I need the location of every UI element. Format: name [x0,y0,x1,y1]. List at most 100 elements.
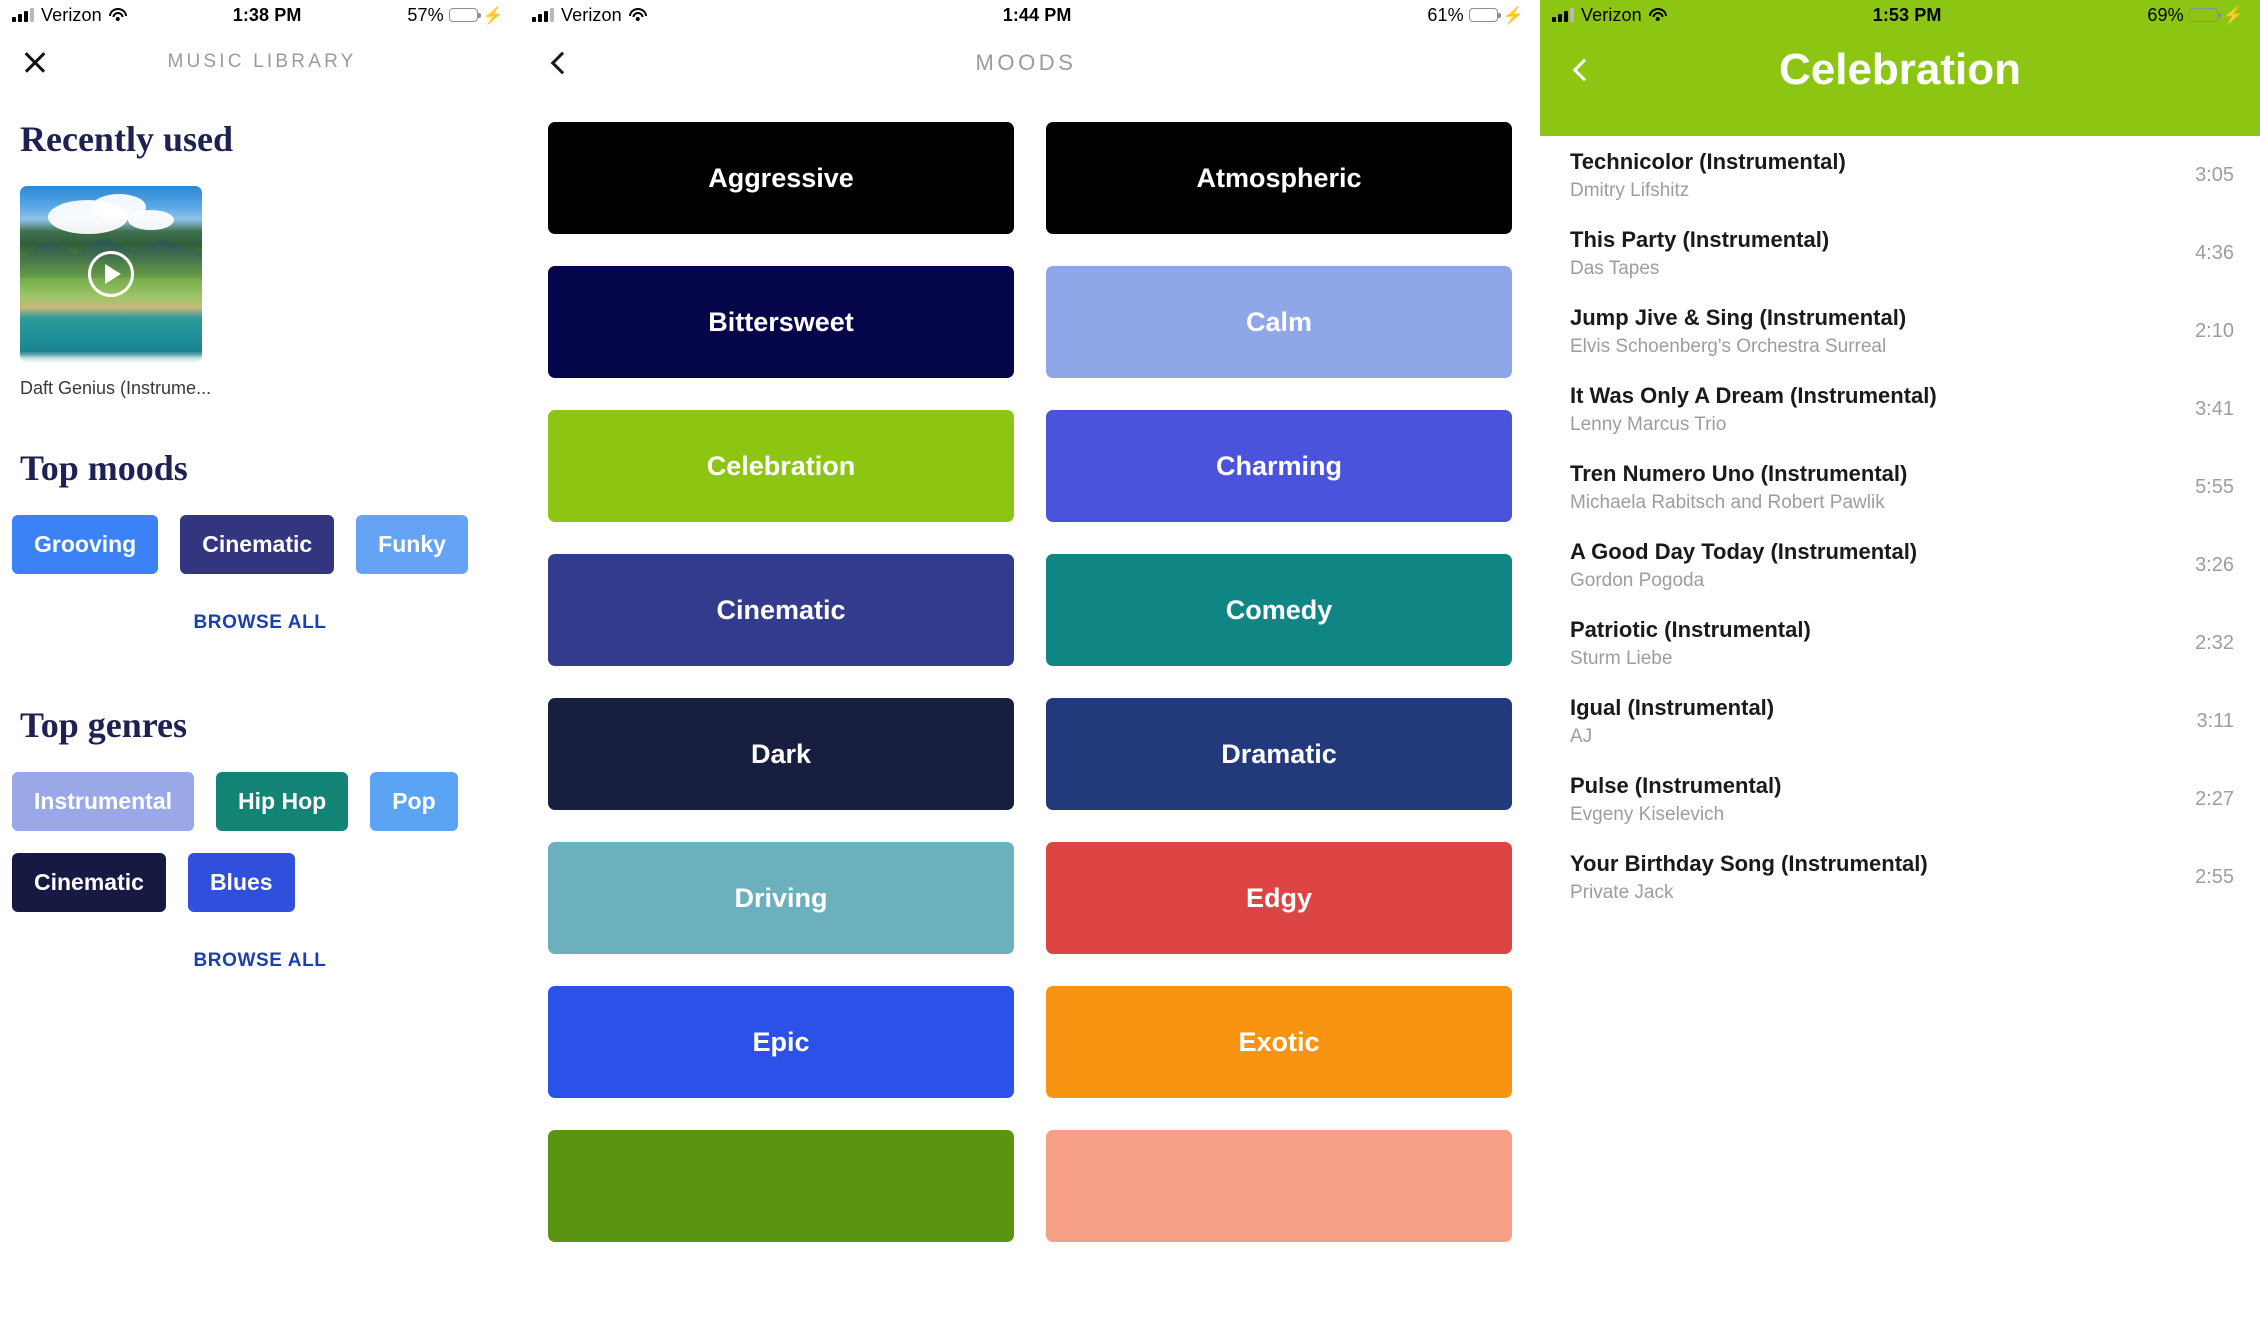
mood-tile-cinematic[interactable]: Cinematic [548,554,1014,666]
track-duration: 2:55 [2195,865,2234,888]
track-list[interactable]: Technicolor (Instrumental) Dmitry Lifshit… [1540,136,2260,1334]
mood-tile-driving[interactable]: Driving [548,842,1014,954]
track-artist: Private Jack [1570,882,1674,904]
track-duration: 5:55 [2195,475,2234,498]
celebration-screen: Verizon 1:53 PM 69% ⚡ Celebration Techni… [1540,0,2260,1334]
status-right: 57% ⚡ [407,5,504,26]
genre-chip-pop[interactable]: Pop [370,772,458,831]
track-duration: 3:26 [2195,553,2234,576]
track-title: Igual (Instrumental) [1570,694,1775,720]
status-left: Verizon [12,5,127,26]
track-info: Tren Numero Uno (Instrumental) Michaela R… [1570,460,1907,515]
mood-tile-epic[interactable]: Epic [548,986,1014,1098]
mood-tile-charming[interactable]: Charming [1046,410,1512,522]
mood-tile-comedy[interactable]: Comedy [1046,554,1512,666]
status-left: Verizon [532,5,647,26]
genre-chip-cinematic[interactable]: Cinematic [12,853,166,912]
clock-label: 1:53 PM [1872,4,1942,25]
track-title: Your Birthday Song (Instrumental) [1570,850,1928,876]
mood-tile-celebration[interactable]: Celebration [548,410,1014,522]
play-icon[interactable] [88,251,134,297]
close-icon[interactable] [20,47,50,77]
track-row[interactable]: Technicolor (Instrumental) Dmitry Lifshit… [1540,136,2260,214]
track-info: Pulse (Instrumental) Evgeny Kiselevich [1570,772,1781,827]
track-title: Pulse (Instrumental) [1570,772,1782,798]
mood-tile-exotic[interactable]: Exotic [1046,986,1512,1098]
track-title: This Party (Instrumental) [1570,226,1830,252]
track-row[interactable]: A Good Day Today (Instrumental) Gordon Po… [1540,526,2260,604]
screenshot-panels: Verizon 1:38 PM 57% ⚡ MUSIC LIBRARY Rece… [0,0,2260,1334]
carrier-label: Verizon [41,4,102,25]
top-genres-section: Top genres Instrumental Hip Hop Pop Cinemat… [0,704,520,972]
chip-label: Instrumental [34,788,173,814]
mood-tile-label: Atmospheric [1196,162,1362,193]
track-info: Your Birthday Song (Instrumental) Private… [1570,850,1928,905]
clock-label: 1:44 PM [1002,4,1072,25]
wifi-icon [108,8,127,22]
track-duration: 4:36 [2195,241,2234,264]
genre-chip-hip-hop[interactable]: Hip Hop [216,772,349,831]
track-row[interactable]: It Was Only A Dream (Instrumental) Lenny … [1540,370,2260,448]
recently-used-section: Recently used Daft Genius (Instrume... [0,118,520,399]
browse-all-genres-button[interactable]: BROWSE ALL [0,950,520,972]
battery-icon [1468,8,1501,22]
moods-navbar: MOODS [520,30,1540,96]
carrier-label: Verizon [1581,4,1642,25]
mood-tile-label: Epic [752,1026,810,1057]
mood-tile-atmospheric[interactable]: Atmospheric [1046,122,1512,234]
wifi-icon [1648,8,1667,22]
genre-chip-instrumental[interactable]: Instrumental [12,772,195,831]
track-title: Technicolor (Instrumental) [1570,148,1846,174]
track-duration: 3:41 [2195,397,2234,420]
chip-label: Pop [392,788,436,814]
mood-tile-edgy[interactable]: Edgy [1046,842,1512,954]
mood-chip-cinematic[interactable]: Cinematic [180,515,335,574]
mood-tile-label: Calm [1245,306,1313,337]
mood-tile-label: Cinematic [716,594,846,625]
mood-tile-dark[interactable]: Dark [548,698,1014,810]
track-info: This Party (Instrumental) Das Tapes [1570,226,1829,281]
recently-used-heading: Recently used [20,119,233,159]
track-row[interactable]: Tren Numero Uno (Instrumental) Michaela R… [1540,448,2260,526]
track-info: Patriotic (Instrumental) Sturm Liebe [1570,616,1811,671]
recent-item[interactable] [0,186,520,362]
page-title: MUSIC LIBRARY [167,51,357,72]
track-row[interactable]: Igual (Instrumental) AJ 3:11 [1540,682,2260,760]
celebration-header: Verizon 1:53 PM 69% ⚡ Celebration [1540,0,2260,136]
browse-all-moods-button[interactable]: BROWSE ALL [0,612,520,634]
mood-tile-label: Dramatic [1221,738,1337,769]
track-thumbnail[interactable] [20,186,202,362]
mood-tile-label: Bittersweet [708,306,854,337]
status-bar-moods: Verizon 1:44 PM 61% ⚡ [520,0,1540,30]
status-bar-library: Verizon 1:38 PM 57% ⚡ [0,0,520,30]
track-duration: 2:32 [2195,631,2234,654]
top-moods-section: Top moods Grooving Cinematic Funky BROWSE … [0,447,520,634]
status-bar-celebration: Verizon 1:53 PM 69% ⚡ [1540,0,2260,30]
mood-tile-partial[interactable] [548,1130,1014,1242]
mood-chip-grooving[interactable]: Grooving [12,515,159,574]
moods-grid: Aggressive Atmospheric Bittersweet Calm Cele… [520,96,1540,1242]
mood-tile-aggressive[interactable]: Aggressive [548,122,1014,234]
track-row[interactable]: This Party (Instrumental) Das Tapes 4:36 [1540,214,2260,292]
music-library-screen: Verizon 1:38 PM 57% ⚡ MUSIC LIBRARY Rece… [0,0,520,1334]
chip-label: Cinematic [34,869,144,895]
mood-tile-label: Aggressive [708,162,854,193]
genre-chip-blues[interactable]: Blues [187,853,295,912]
page-title: MOODS [975,50,1077,75]
mood-tile-bittersweet[interactable]: Bittersweet [548,266,1014,378]
chip-label: Cinematic [202,531,313,557]
mood-tile-partial[interactable] [1046,1130,1512,1242]
track-row[interactable]: Your Birthday Song (Instrumental) Private… [1540,838,2260,916]
track-row[interactable]: Pulse (Instrumental) Evgeny Kiselevich 2:2… [1540,760,2260,838]
mood-tile-label: Driving [734,882,828,913]
mood-tile-label: Edgy [1245,882,1312,913]
track-row[interactable]: Patriotic (Instrumental) Sturm Liebe 2:32 [1540,604,2260,682]
track-info: It Was Only A Dream (Instrumental) Lenny … [1570,382,1937,437]
track-row[interactable]: Jump Jive & Sing (Instrumental) Elvis Sch… [1540,292,2260,370]
track-info: A Good Day Today (Instrumental) Gordon Po… [1570,538,1917,593]
track-title: A Good Day Today (Instrumental) [1570,538,1918,564]
mood-tile-dramatic[interactable]: Dramatic [1046,698,1512,810]
battery-percent-label: 69% [2147,4,2184,25]
mood-tile-calm[interactable]: Calm [1046,266,1512,378]
mood-chip-funky[interactable]: Funky [356,515,468,574]
